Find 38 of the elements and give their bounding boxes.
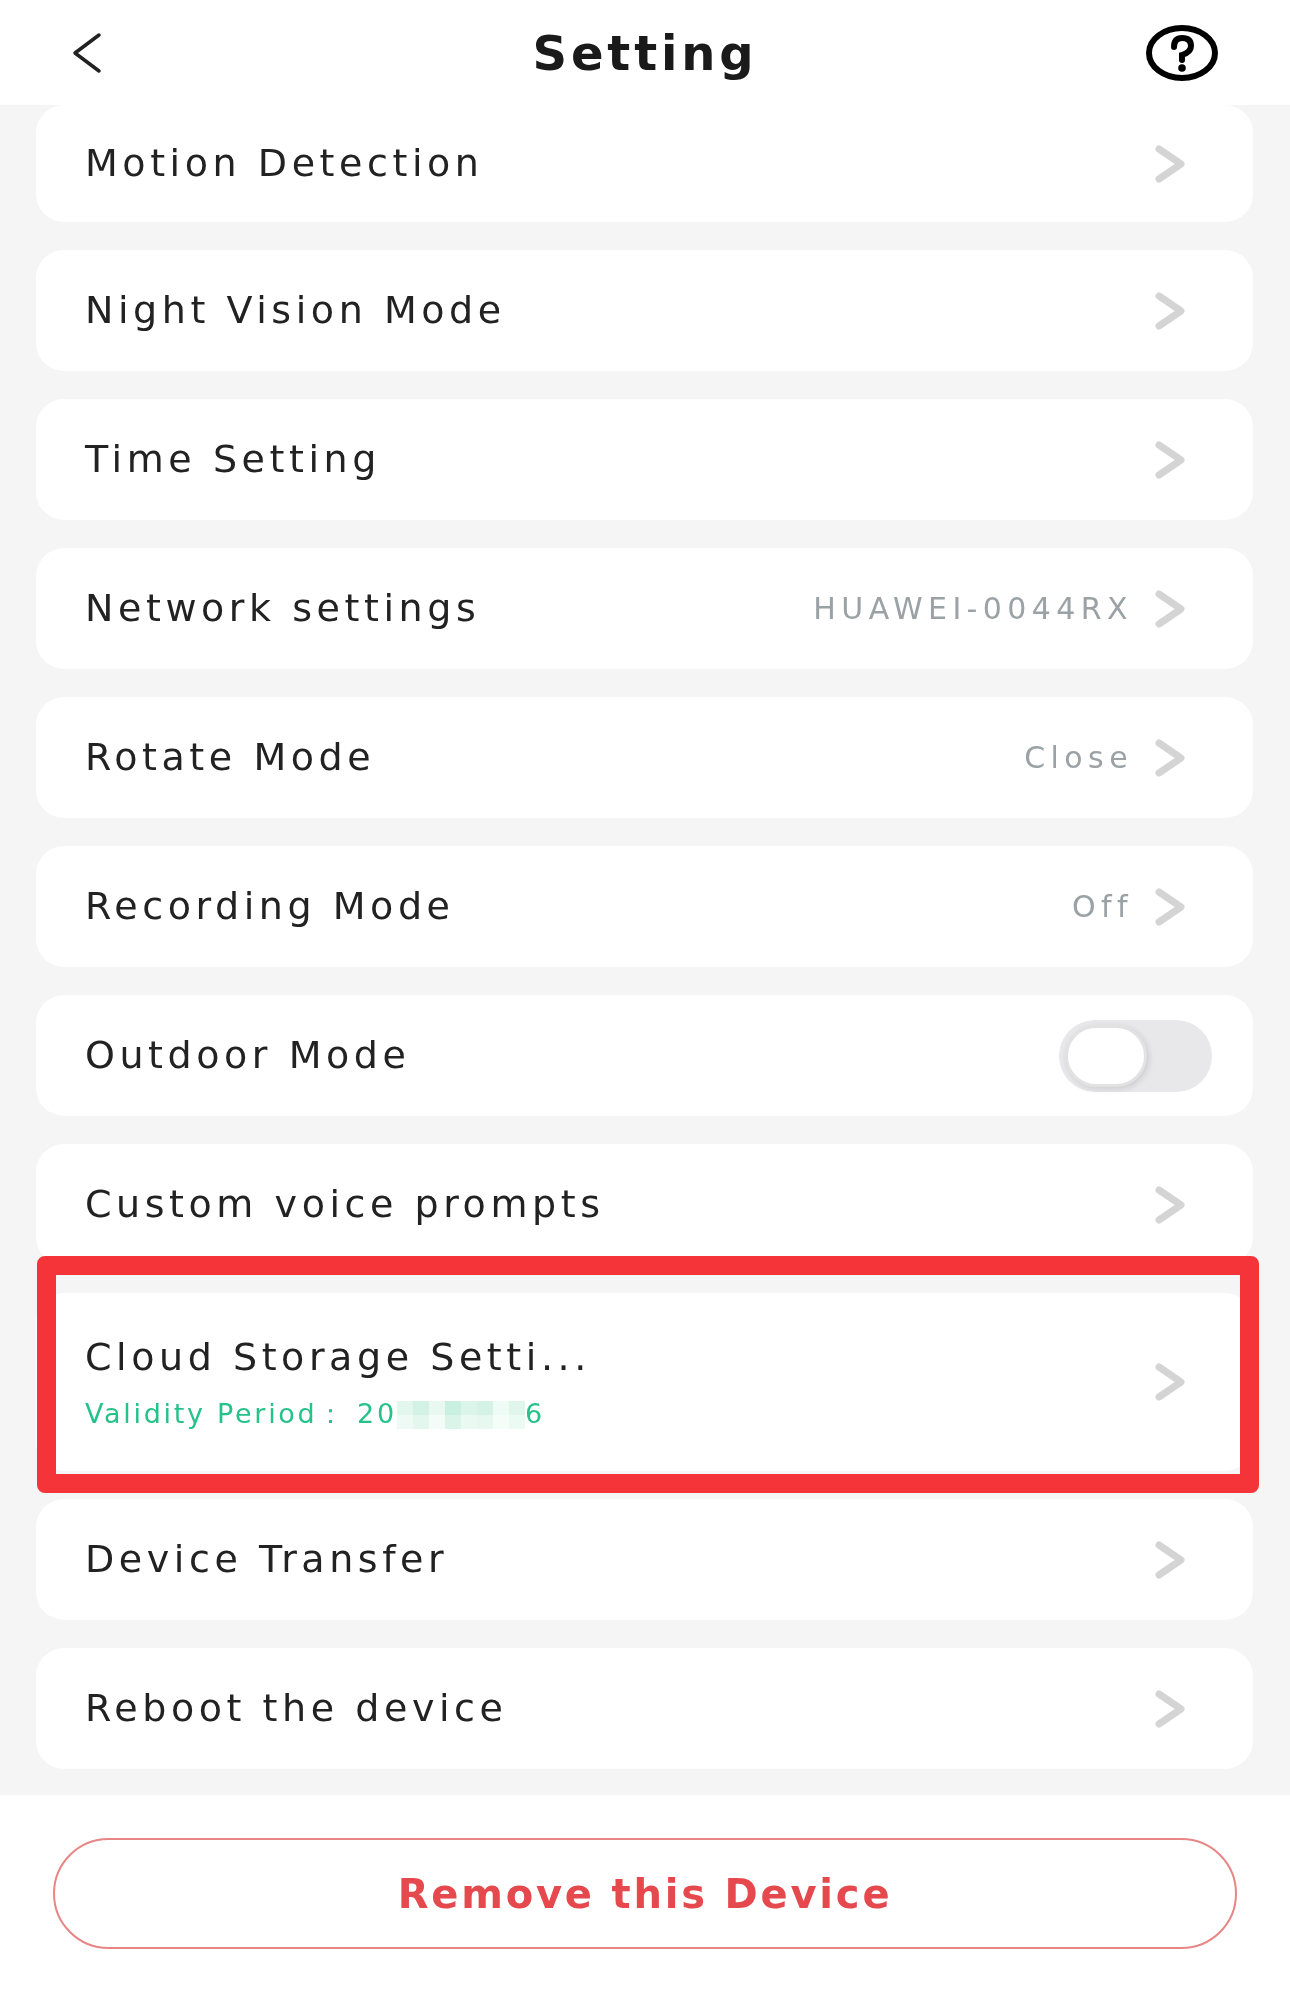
row-label: Rotate Mode	[85, 734, 376, 781]
settings-row[interactable]: Reboot the device	[36, 1648, 1253, 1769]
validity-date: 6	[524, 1397, 545, 1432]
row-value: HUAWEI-0044RX	[813, 590, 1133, 628]
settings-row[interactable]: Motion Detection	[36, 105, 1253, 222]
row-label: Outdoor Mode	[85, 1032, 411, 1079]
settings-row[interactable]: Rotate Mode Close	[36, 697, 1253, 818]
row-value: Close	[1024, 739, 1133, 777]
row-value: Off	[1072, 888, 1133, 926]
remove-device-button[interactable]: Remove this Device	[53, 1838, 1237, 1949]
row-label: Reboot the device	[85, 1685, 508, 1732]
settings-row[interactable]: Night Vision Mode	[36, 250, 1253, 371]
chevron-right-icon	[1155, 1689, 1185, 1728]
chevron-right-icon	[1155, 887, 1185, 926]
row-label: Time Setting	[85, 436, 381, 483]
chevron-right-icon	[1155, 144, 1185, 183]
chevron-right-icon	[1155, 1185, 1185, 1224]
chevron-right-icon	[1155, 1363, 1185, 1401]
chevron-right-icon	[1155, 1540, 1185, 1579]
back-icon[interactable]	[72, 31, 102, 74]
chevron-right-icon	[1155, 440, 1185, 479]
chevron-right-icon	[1155, 589, 1185, 628]
row-label: Motion Detection	[85, 140, 484, 187]
settings-row[interactable]: Network settings HUAWEI-0044RX	[36, 548, 1253, 669]
row-label: Network settings	[85, 585, 481, 632]
settings-row[interactable]: Device Transfer	[36, 1499, 1253, 1620]
help-icon[interactable]	[1146, 24, 1218, 81]
validity-date: 20	[357, 1397, 397, 1432]
row-label: Night Vision Mode	[85, 287, 506, 334]
chevron-right-icon	[1155, 738, 1185, 777]
row-label: Recording Mode	[85, 883, 455, 930]
settings-row[interactable]: Recording Mode Off	[36, 846, 1253, 967]
row-label: Cloud Storage Setti...	[85, 1334, 591, 1382]
row-label: Custom voice prompts	[85, 1181, 605, 1228]
settings-row[interactable]: Time Setting	[36, 399, 1253, 520]
validity-label: Validity Period：	[85, 1397, 348, 1432]
row-label: Device Transfer	[85, 1536, 449, 1583]
chevron-right-icon	[1155, 291, 1185, 330]
